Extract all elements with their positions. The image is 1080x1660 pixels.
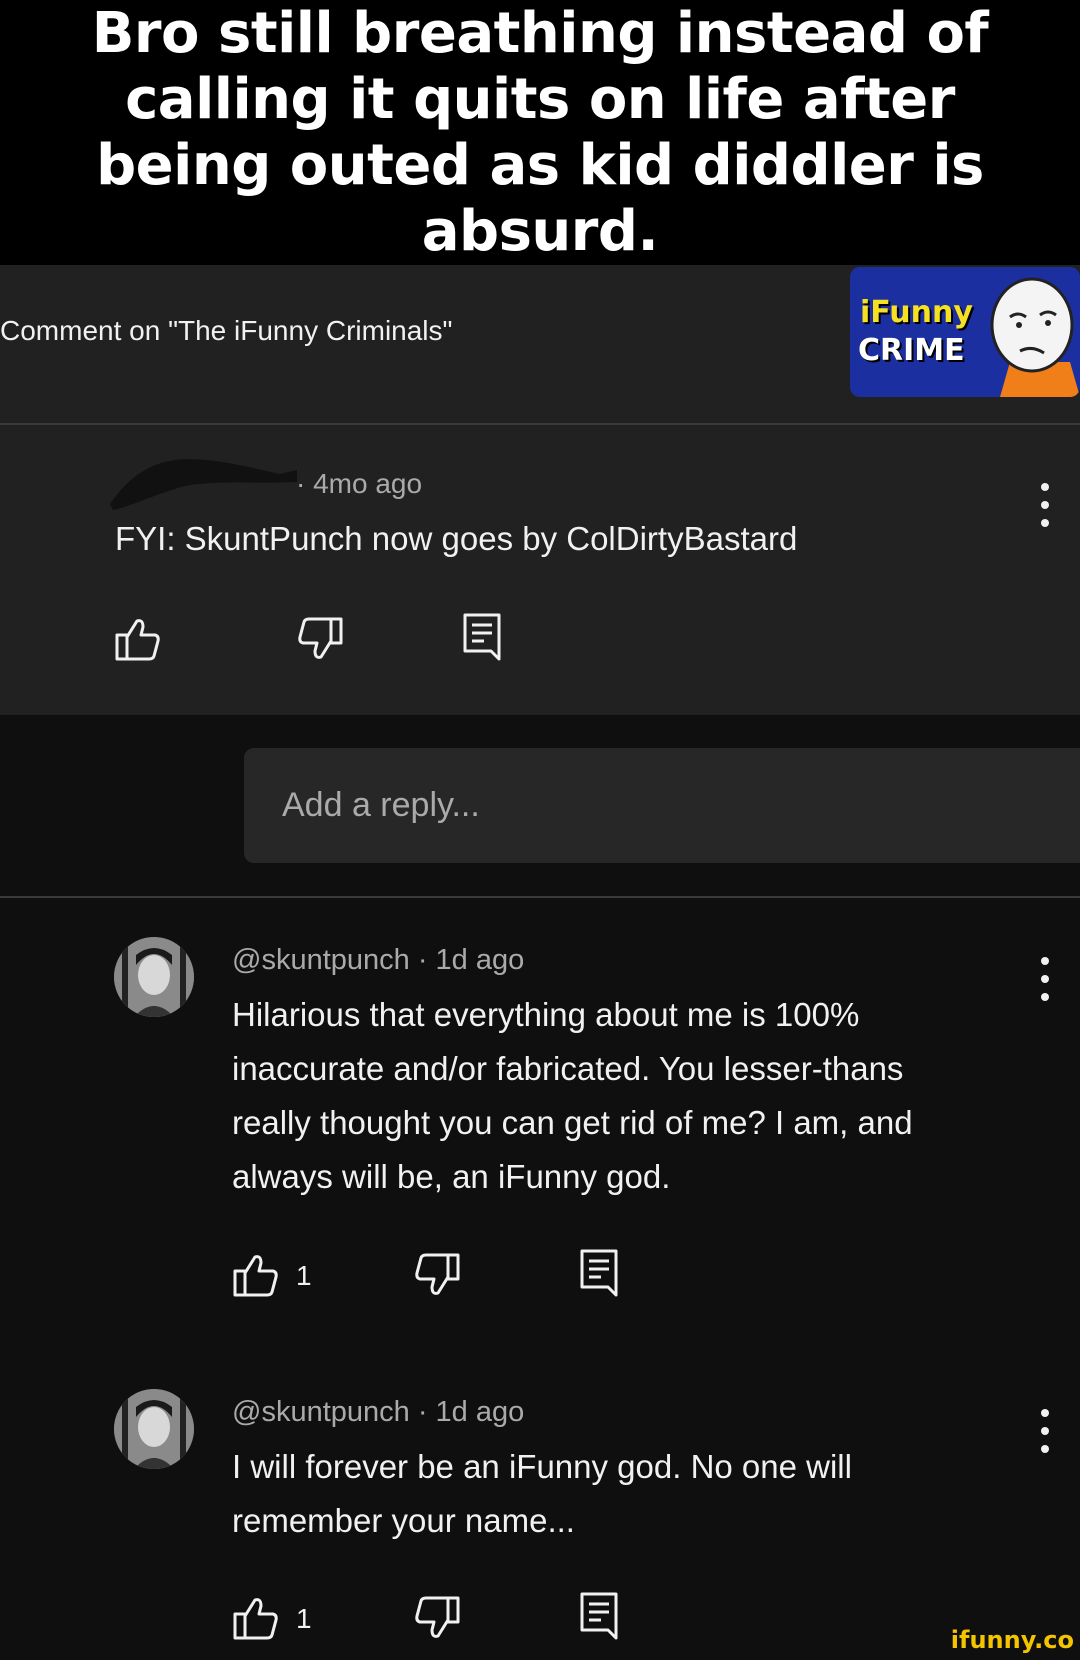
thumbs-up-icon[interactable] <box>233 1596 279 1640</box>
thumbnail-text-ifunny: iFunny <box>860 295 973 330</box>
reply-meta: @skuntpunch · 1d ago <box>232 1396 524 1429</box>
reply-timestamp: · 1d ago <box>417 1396 525 1428</box>
reply-timestamp: · 1d ago <box>417 944 525 976</box>
comment-timestamp: · 4mo ago <box>296 468 423 499</box>
avatar-image <box>114 1389 194 1469</box>
reply-text-line: really thought you can get rid of me? I … <box>232 1104 913 1141</box>
avatar-image <box>114 937 194 1017</box>
reply-meta: @skuntpunch · 1d ago <box>232 944 524 977</box>
ifunny-watermark: ifunny.co <box>950 1626 1074 1654</box>
comment-text: FYI: SkuntPunch now goes by ColDirtyBast… <box>115 520 798 557</box>
thumbs-down-icon[interactable] <box>414 1253 460 1297</box>
wojak-face-icon <box>990 277 1080 397</box>
thumbs-down-icon[interactable] <box>414 1596 460 1640</box>
thumbs-down-icon[interactable] <box>297 617 343 661</box>
reply-author[interactable]: @skuntpunch <box>232 944 410 976</box>
reply-text-line: remember your name... <box>232 1502 575 1539</box>
thumbnail-text-crime: CRIME <box>858 333 965 368</box>
thumbs-up-icon[interactable] <box>233 1253 279 1297</box>
reply-text-line: I will forever be an iFunny god. No one … <box>232 1448 852 1485</box>
video-title[interactable]: Comment on "The iFunny Criminals" <box>0 315 452 347</box>
reply-icon[interactable] <box>579 1248 619 1298</box>
like-count: 1 <box>296 1603 312 1634</box>
reply-text: I will forever be an iFunny god. No one … <box>232 1440 1012 1548</box>
reply-icon[interactable] <box>579 1591 619 1641</box>
more-options-icon[interactable] <box>1039 483 1051 527</box>
more-options-icon[interactable] <box>1039 957 1051 1001</box>
avatar[interactable] <box>114 1389 194 1469</box>
like-count: 1 <box>296 1260 312 1291</box>
reply-icon[interactable] <box>462 612 502 662</box>
add-reply-input[interactable] <box>244 748 1080 863</box>
reply-author[interactable]: @skuntpunch <box>232 1396 410 1428</box>
more-options-icon[interactable] <box>1039 1409 1051 1453</box>
reply-text-line: Hilarious that everything about me is 10… <box>232 996 860 1033</box>
reply-text-line: inaccurate and/or fabricated. You lesser… <box>232 1050 904 1087</box>
reply-text: Hilarious that everything about me is 10… <box>232 988 1012 1204</box>
meme-caption-panel: Bro still breathing instead of calling i… <box>0 0 1080 265</box>
avatar[interactable] <box>114 937 194 1017</box>
redacted-username-scribble <box>110 459 297 510</box>
thumbs-up-icon[interactable] <box>115 617 161 661</box>
video-header: Comment on "The iFunny Criminals" iFunny… <box>0 265 1080 423</box>
reply-text-line: always will be, an iFunny god. <box>232 1158 671 1195</box>
video-thumbnail[interactable]: iFunny CRIME <box>850 267 1080 397</box>
divider <box>0 896 1080 898</box>
meme-caption: Bro still breathing instead of calling i… <box>91 0 989 264</box>
